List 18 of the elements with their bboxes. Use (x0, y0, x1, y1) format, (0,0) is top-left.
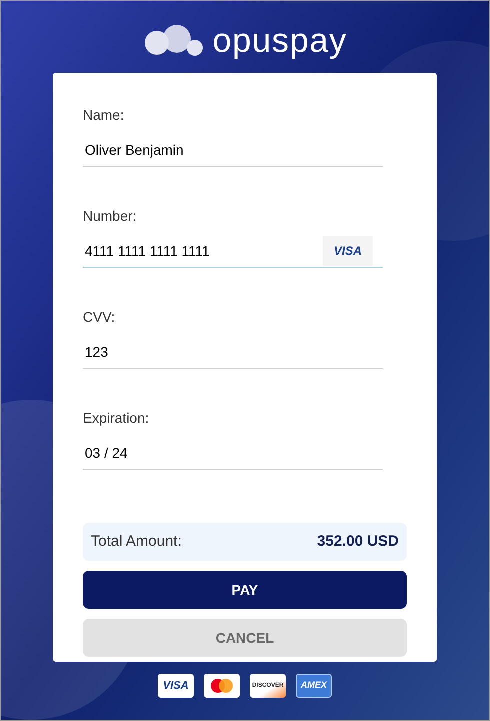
total-amount: 352.00 USD (317, 532, 399, 552)
logo-icon (142, 25, 205, 57)
cancel-button[interactable]: CANCEL (83, 619, 407, 657)
card-brand-badge: VISA (322, 236, 373, 266)
input-field[interactable]: 123 (83, 336, 383, 369)
card-logo-icon (204, 674, 240, 698)
field-label: Number: (83, 207, 138, 226)
card-logo: AMEX (296, 674, 332, 698)
input-field[interactable]: 03 / 24 (83, 437, 383, 470)
logo-text: opuspay (212, 24, 348, 58)
field-label: Expiration: (83, 409, 150, 428)
pay-button[interactable]: PAY (83, 571, 407, 609)
field-label: Name: (83, 106, 126, 125)
card-logo: VISA (158, 674, 194, 698)
total-label: Total Amount: (91, 532, 182, 552)
field-label: CVV: (83, 308, 116, 327)
input-field[interactable]: 4111 1111 1111 1111 VISA (83, 235, 383, 268)
input-field[interactable]: Oliver Benjamin (83, 134, 383, 167)
